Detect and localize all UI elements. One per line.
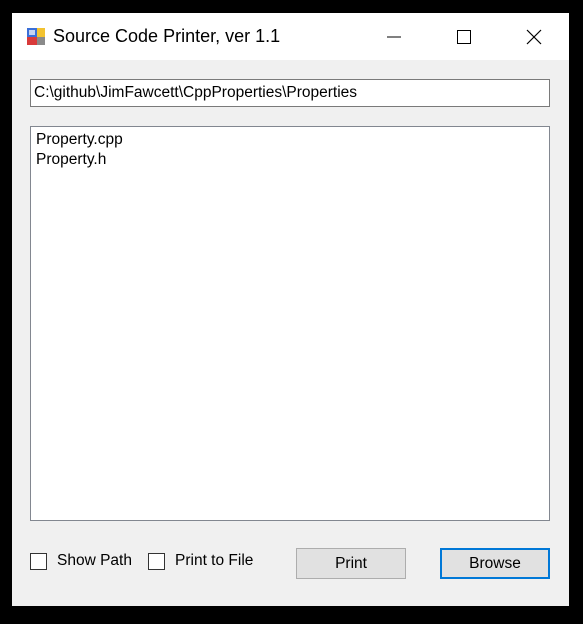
list-item[interactable]: Property.cpp: [36, 130, 549, 150]
print-button[interactable]: Print: [296, 548, 406, 579]
show-path-label[interactable]: Show Path: [57, 552, 132, 570]
maximize-button[interactable]: [429, 13, 499, 60]
maximize-icon: [457, 29, 471, 44]
file-list[interactable]: Property.cpp Property.h: [30, 126, 550, 521]
minimize-button[interactable]: [359, 13, 429, 60]
path-input[interactable]: [30, 79, 550, 107]
close-button[interactable]: [499, 13, 569, 60]
title-bar[interactable]: Source Code Printer, ver 1.1: [12, 13, 569, 60]
show-path-option[interactable]: Show Path: [30, 550, 132, 572]
print-to-file-label[interactable]: Print to File: [175, 552, 253, 570]
app-window: Source Code Printer, ver 1.1 Property.cp…: [12, 13, 569, 606]
close-icon: [526, 29, 542, 44]
browse-button[interactable]: Browse: [440, 548, 550, 579]
show-path-checkbox[interactable]: [30, 552, 47, 570]
list-item[interactable]: Property.h: [36, 150, 549, 170]
app-icon: [26, 26, 46, 46]
print-to-file-option[interactable]: Print to File: [148, 550, 253, 572]
print-to-file-checkbox[interactable]: [148, 552, 165, 570]
window-title: Source Code Printer, ver 1.1: [53, 26, 281, 46]
minimize-icon: [387, 36, 401, 37]
